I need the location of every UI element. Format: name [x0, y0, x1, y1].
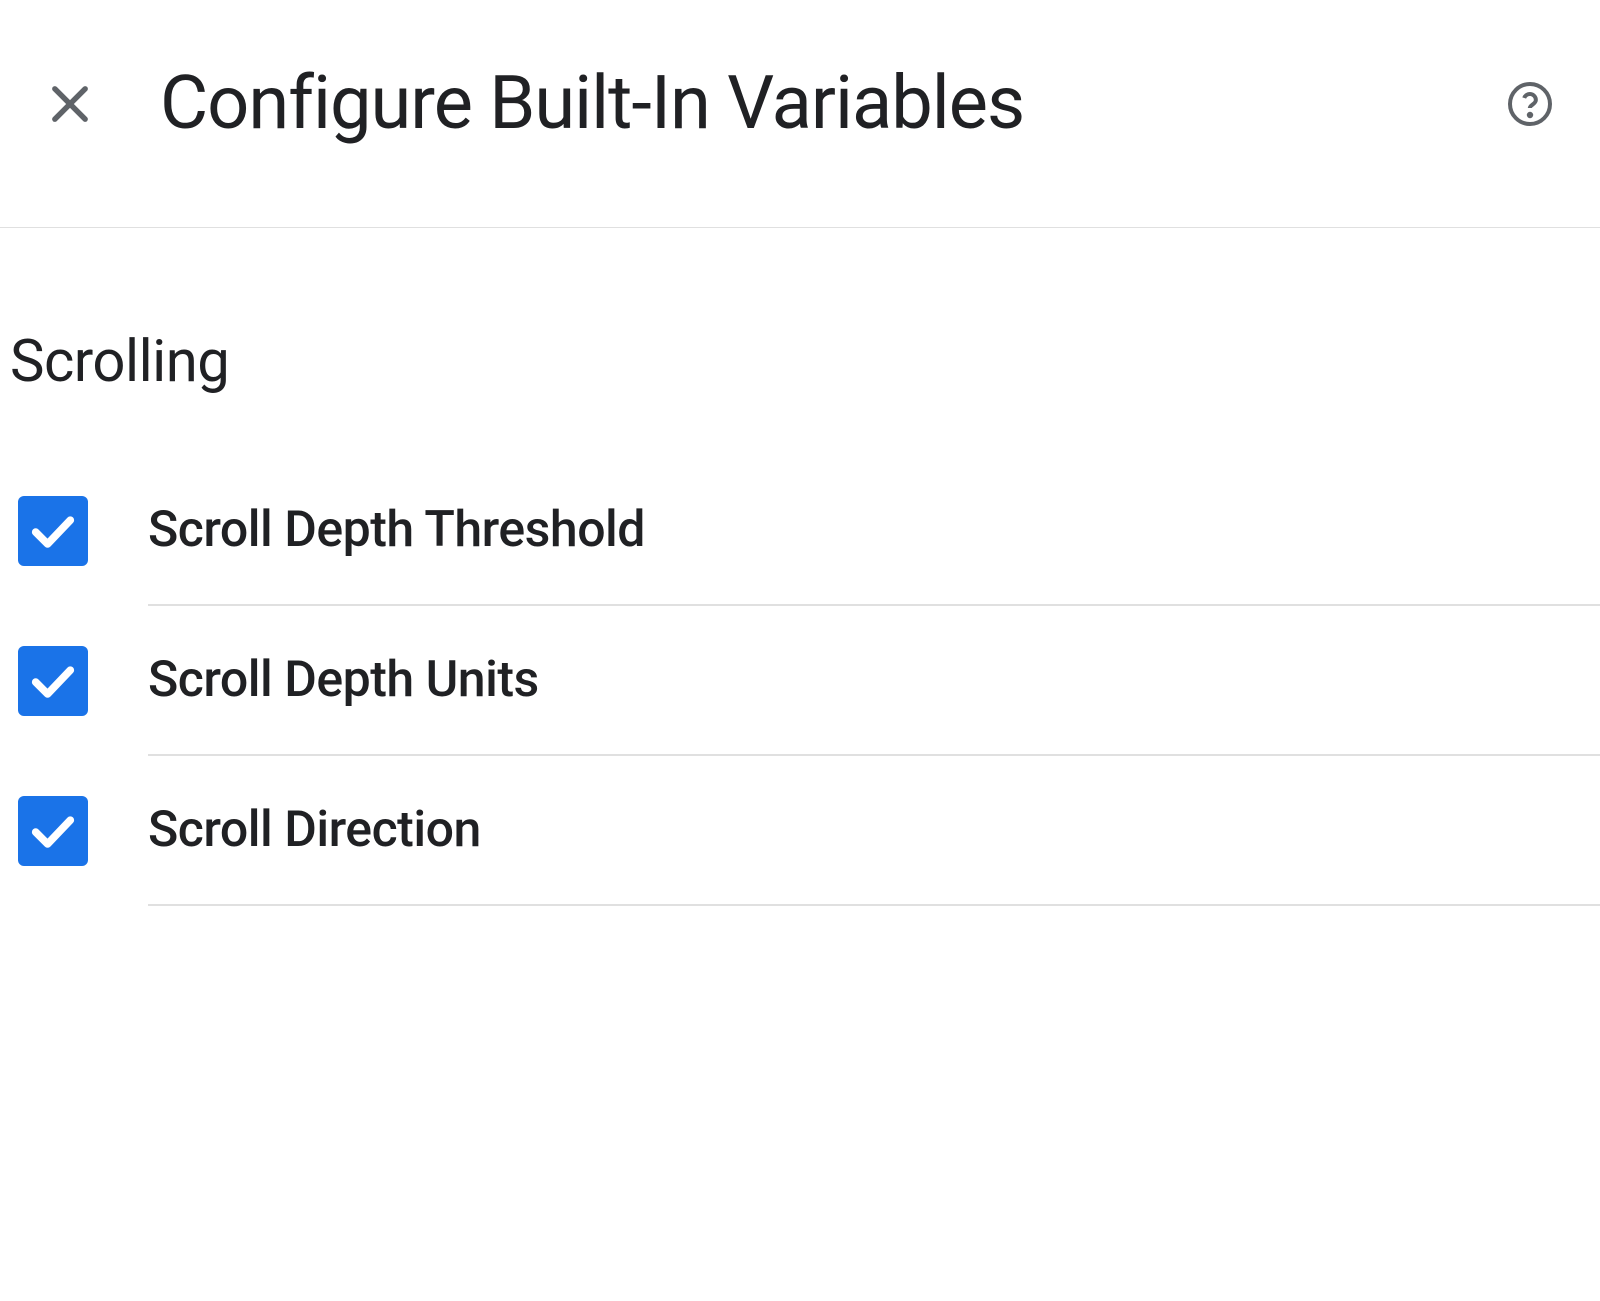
variable-label: Scroll Depth Threshold — [148, 501, 645, 559]
variable-label-wrapper: Scroll Depth Threshold — [148, 456, 1600, 606]
checkmark-icon — [27, 505, 79, 557]
variable-row-scroll-depth-threshold[interactable]: Scroll Depth Threshold — [18, 456, 1600, 606]
checkbox-scroll-depth-threshold[interactable] — [18, 496, 88, 566]
checkmark-icon — [27, 655, 79, 707]
help-button[interactable] — [1500, 74, 1560, 134]
variable-label-wrapper: Scroll Direction — [148, 756, 1600, 906]
section-heading: Scrolling — [0, 328, 1600, 456]
dialog-header: Configure Built-In Variables — [0, 0, 1600, 228]
dialog-content: Scrolling Scroll Depth Threshold Scroll … — [0, 228, 1600, 906]
checkbox-scroll-depth-units[interactable] — [18, 646, 88, 716]
help-icon — [1506, 80, 1554, 128]
dialog-title: Configure Built-In Variables — [160, 60, 1450, 147]
variable-label: Scroll Direction — [148, 801, 481, 859]
checkbox-scroll-direction[interactable] — [18, 796, 88, 866]
close-button[interactable] — [30, 64, 110, 144]
variable-label: Scroll Depth Units — [148, 651, 539, 709]
variable-list: Scroll Depth Threshold Scroll Depth Unit… — [0, 456, 1600, 906]
variable-row-scroll-depth-units[interactable]: Scroll Depth Units — [18, 606, 1600, 756]
close-icon — [44, 78, 96, 130]
variable-row-scroll-direction[interactable]: Scroll Direction — [18, 756, 1600, 906]
variable-label-wrapper: Scroll Depth Units — [148, 606, 1600, 756]
checkmark-icon — [27, 805, 79, 857]
